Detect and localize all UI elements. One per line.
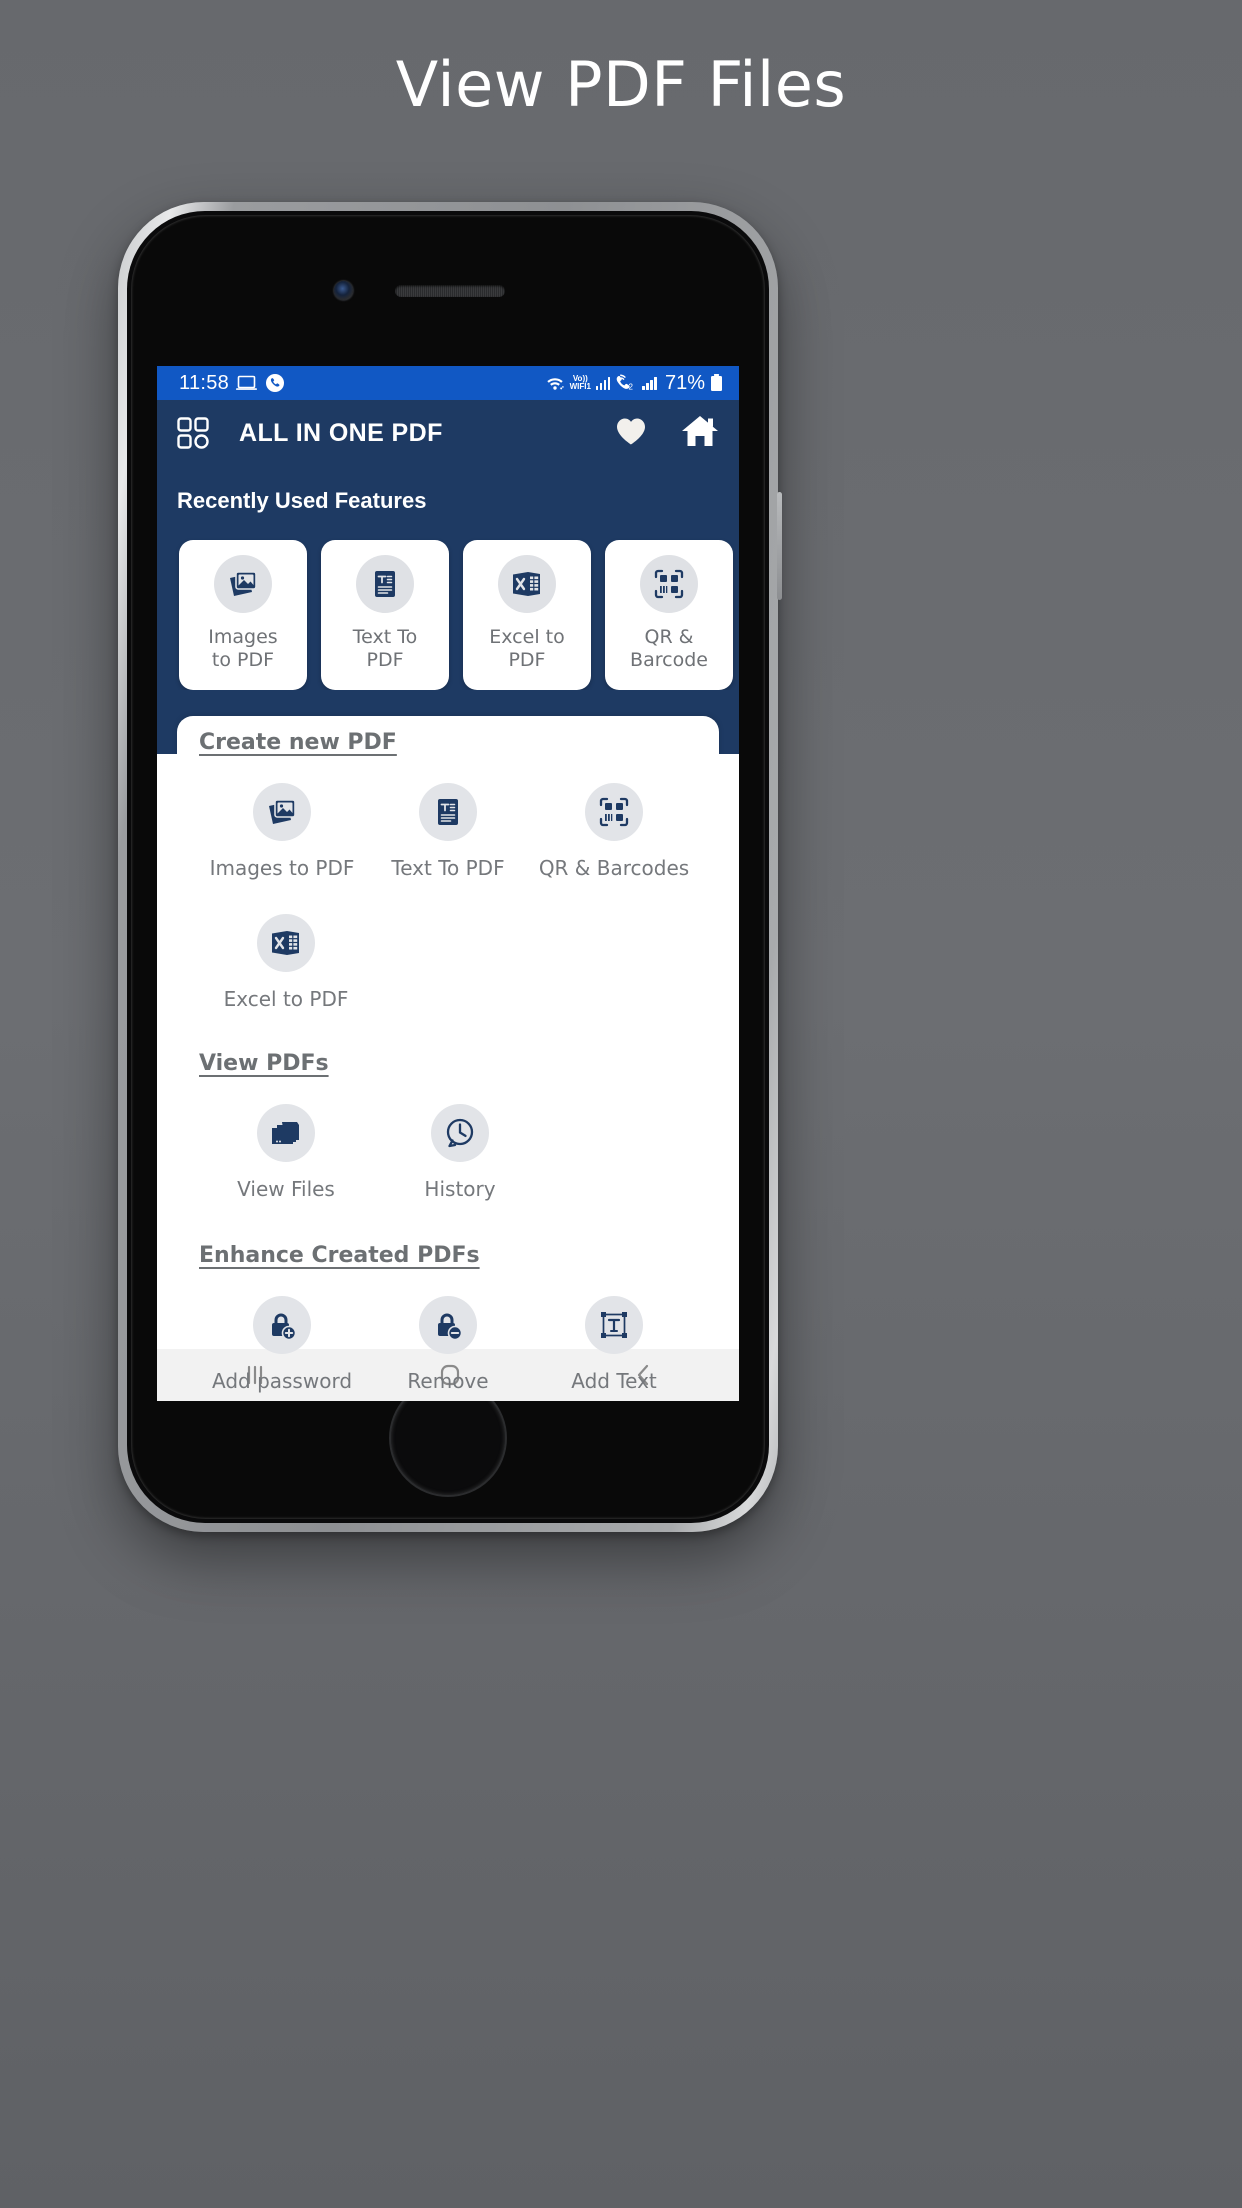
- text-doc-icon: [356, 555, 414, 613]
- page-title: View PDF Files: [395, 48, 847, 121]
- history-clock-icon: [431, 1104, 489, 1162]
- status-bar-left: 11:58: [179, 372, 285, 395]
- qr-barcode-icon: [585, 783, 643, 841]
- tile-label: Images to PDF: [209, 856, 355, 880]
- recent-title: Recently Used Features: [177, 488, 427, 513]
- app-bar: ALL IN ONE PDF: [157, 400, 739, 466]
- grid-menu-icon[interactable]: [177, 417, 209, 449]
- tile-label: Text To PDF: [391, 856, 505, 880]
- recent-card-qr-barcode[interactable]: QR & Barcode: [605, 540, 733, 690]
- tile-history[interactable]: History: [373, 1104, 547, 1201]
- tile-row-create-1: Images to PDF Text To PDF QR & Barcodes: [199, 783, 697, 880]
- tile-label: QR & Barcodes: [538, 856, 690, 880]
- recent-cards-row[interactable]: Images to PDF Text To PDF Excel to PDF Q…: [157, 514, 739, 690]
- battery-icon: [710, 374, 723, 392]
- section-title-view-pdfs: View PDFs: [199, 1051, 329, 1076]
- earpiece-speaker: [395, 285, 505, 297]
- tile-add-password[interactable]: Add password: [199, 1296, 365, 1393]
- svg-text:2: 2: [629, 383, 634, 392]
- home-icon[interactable]: [663, 414, 719, 453]
- phone-mockup: 11:58 Vo)) WIFI1 2 71% ALL IN ONE PDF Re…: [118, 202, 782, 1532]
- qr-barcode-icon: [640, 555, 698, 613]
- tile-label: View Files: [237, 1177, 335, 1201]
- text-doc-icon: [419, 783, 477, 841]
- tile-text-to-pdf[interactable]: Text To PDF: [365, 783, 531, 880]
- call-icon: [265, 373, 285, 393]
- tile-add-text[interactable]: Add Text: [531, 1296, 697, 1393]
- tile-view-files[interactable]: View Files: [199, 1104, 373, 1201]
- status-time: 11:58: [179, 371, 230, 394]
- recent-card-images-to-pdf[interactable]: Images to PDF: [179, 540, 307, 690]
- phone-side-button: [777, 492, 782, 600]
- screenshot-root: View PDF Files 11:58 Vo)) WIFI1 2 71% AL…: [0, 0, 1242, 2208]
- recent-card-text-to-pdf[interactable]: Text To PDF: [321, 540, 449, 690]
- tile-label: Add password: [211, 1369, 353, 1393]
- recent-card-label: Images to PDF: [208, 626, 278, 672]
- tile-row-create-2: Excel to PDF: [199, 914, 697, 1011]
- status-bar-right: Vo)) WIFI1 2 71%: [545, 372, 723, 395]
- laptop-icon: [236, 375, 258, 391]
- tile-remove-password[interactable]: Remove: [365, 1296, 531, 1393]
- tile-qr-barcodes[interactable]: QR & Barcodes: [531, 783, 697, 880]
- images-icon: [253, 783, 311, 841]
- volte-line2: WIFI1: [569, 382, 591, 391]
- call-sim2-icon: 2: [615, 374, 637, 392]
- phone-body: 11:58 Vo)) WIFI1 2 71% ALL IN ONE PDF Re…: [127, 211, 769, 1523]
- images-icon: [214, 555, 272, 613]
- main-content-sheet: Create new PDF Images to PDF Text To PDF…: [157, 716, 739, 1393]
- excel-icon: [498, 555, 556, 613]
- front-camera-icon: [334, 281, 353, 300]
- folders-icon: [257, 1104, 315, 1162]
- volte-icon: Vo)) WIFI1: [570, 375, 591, 391]
- recent-card-label: Text To PDF: [352, 626, 418, 672]
- tile-excel-to-pdf[interactable]: Excel to PDF: [199, 914, 373, 1011]
- recent-card-excel-to-pdf[interactable]: Excel to PDF: [463, 540, 591, 690]
- tile-label: Excel to PDF: [223, 987, 349, 1011]
- tile-label: History: [424, 1177, 496, 1201]
- tile-row-view: View Files History: [199, 1104, 697, 1201]
- add-text-icon: [585, 1296, 643, 1354]
- lock-remove-icon: [419, 1296, 477, 1354]
- wifi-icon: [545, 375, 565, 391]
- recent-section: Recently Used Features Images to PDF Tex…: [157, 466, 739, 1393]
- section-title-enhance-created-pdfs: Enhance Created PDFs: [199, 1243, 480, 1268]
- tile-images-to-pdf[interactable]: Images to PDF: [199, 783, 365, 880]
- signal-bars-icon: [595, 376, 611, 390]
- status-bar: 11:58 Vo)) WIFI1 2 71%: [157, 366, 739, 400]
- tile-row-enhance: Add password Remove Add Text: [199, 1296, 697, 1393]
- recent-card-label: Excel to PDF: [489, 626, 565, 672]
- tile-label: Remove: [407, 1369, 489, 1393]
- recent-card-label: QR & Barcode: [630, 626, 708, 672]
- signal-bars-2-icon: [642, 376, 657, 390]
- app-title: ALL IN ONE PDF: [239, 418, 443, 447]
- excel-icon: [257, 914, 315, 972]
- lock-add-icon: [253, 1296, 311, 1354]
- device-screen: 11:58 Vo)) WIFI1 2 71% ALL IN ONE PDF Re…: [157, 366, 739, 1401]
- heart-icon[interactable]: [615, 416, 647, 451]
- tile-label: Add Text: [571, 1369, 657, 1393]
- section-title-create-new-pdf: Create new PDF: [199, 730, 397, 755]
- battery-percent: 71%: [664, 371, 705, 394]
